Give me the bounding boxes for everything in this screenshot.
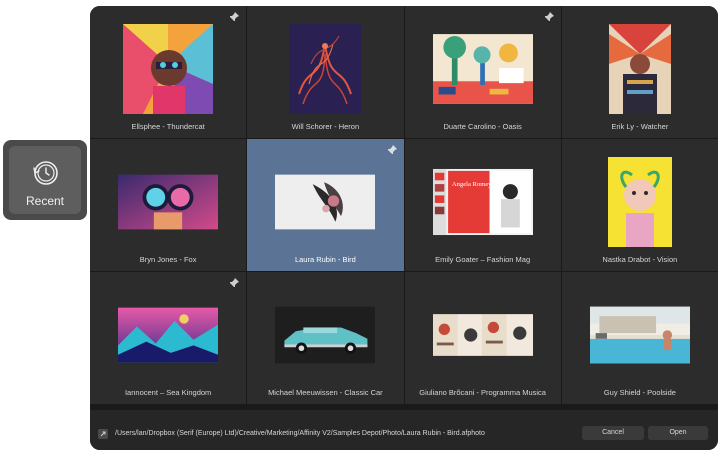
thumbnail-erik-ly-watcher[interactable]: Erik Ly - Watcher <box>561 6 718 138</box>
thumbnail-emily-goater-fashion-mag[interactable]: Angela Romey Emily Goater – Fashion Mag <box>404 139 561 271</box>
reveal-in-finder-icon[interactable] <box>98 429 108 439</box>
pin-icon[interactable] <box>228 277 240 289</box>
thumbnail-grid: Ellsphee - Thundercat Will Schorer - Her… <box>90 6 718 410</box>
file-browser-panel: Ellsphee - Thundercat Will Schorer - Her… <box>90 6 718 450</box>
thumbnail-ellsphee-thundercat[interactable]: Ellsphee - Thundercat <box>90 6 247 138</box>
recent-label: Recent <box>25 194 65 208</box>
thumbnail-michael-meeuwissen-classic-car[interactable]: Michael Meeuwissen - Classic Car <box>247 272 404 404</box>
file-path: /Users/lan/Dropbox (Serif (Europe) Ltd)/… <box>115 430 485 437</box>
thumbnail-caption: Ellsphee - Thundercat <box>131 122 205 131</box>
recent-sidebar-tab[interactable]: Recent <box>3 140 87 220</box>
thumbnail-caption: Emily Goater – Fashion Mag <box>435 255 531 264</box>
thumbnail-caption: Iannocent – Sea Kingdom <box>124 388 212 397</box>
thumbnail-image <box>118 307 219 363</box>
thumbnail-image <box>432 34 533 104</box>
open-button[interactable]: Open <box>648 426 708 440</box>
thumbnail-caption: Laura Rubin - Bird <box>294 255 356 264</box>
cancel-button[interactable]: Cancel <box>582 426 644 440</box>
thumbnail-giuliano-brocani-programma-musica[interactable]: Giuliano Brõcani - Programma Musica <box>404 272 561 404</box>
thumbnail-caption: Nastka Drabot - Vision <box>602 255 678 264</box>
thumbnail-image <box>608 24 671 114</box>
thumbnail-guy-shield-poolside[interactable]: Guy Shield - Poolside <box>561 272 718 404</box>
thumbnail-image <box>607 157 672 247</box>
thumbnail-caption: Bryn Jones - Fox <box>139 255 197 264</box>
thumbnail-image: Angela Romey <box>432 168 533 236</box>
thumbnail-caption: Will Schorer - Heron <box>291 122 360 131</box>
thumbnail-image <box>118 174 219 230</box>
thumbnail-duarte-carolino-oasis[interactable]: Duarte Carolino - Oasis <box>404 6 561 138</box>
fashion-mag-title: Angela Romey <box>451 181 491 188</box>
thumbnail-nastka-drabot-vision[interactable]: Nastka Drabot - Vision <box>561 139 718 271</box>
footer-bar: /Users/lan/Dropbox (Serif (Europe) Ltd)/… <box>90 420 718 450</box>
thumbnail-image <box>589 306 690 364</box>
thumbnail-image <box>123 24 214 114</box>
pin-icon[interactable] <box>228 11 240 23</box>
thumbnail-caption: Guy Shield - Poolside <box>603 388 676 397</box>
thumbnail-caption: Duarte Carolino - Oasis <box>443 122 522 131</box>
thumbnail-caption: Giuliano Brõcani - Programma Musica <box>419 388 546 397</box>
thumbnail-laura-rubin-bird[interactable]: Laura Rubin - Bird <box>247 139 404 271</box>
thumbnail-caption: Michael Meeuwissen - Classic Car <box>268 388 383 397</box>
thumbnail-image <box>289 24 362 114</box>
clock-history-icon <box>33 161 58 185</box>
thumbnail-caption: Erik Ly - Watcher <box>611 122 669 131</box>
thumbnail-will-schorer-heron[interactable]: Will Schorer - Heron <box>247 6 404 138</box>
thumbnail-iannocent-sea-kingdom[interactable]: Iannocent – Sea Kingdom <box>90 272 247 404</box>
pin-icon[interactable] <box>386 144 398 156</box>
thumbnail-image <box>432 314 533 356</box>
pin-icon[interactable] <box>543 11 555 23</box>
thumbnail-image <box>275 174 376 230</box>
thumbnail-bryn-jones-fox[interactable]: Bryn Jones - Fox <box>90 139 247 271</box>
thumbnail-image <box>275 306 376 364</box>
